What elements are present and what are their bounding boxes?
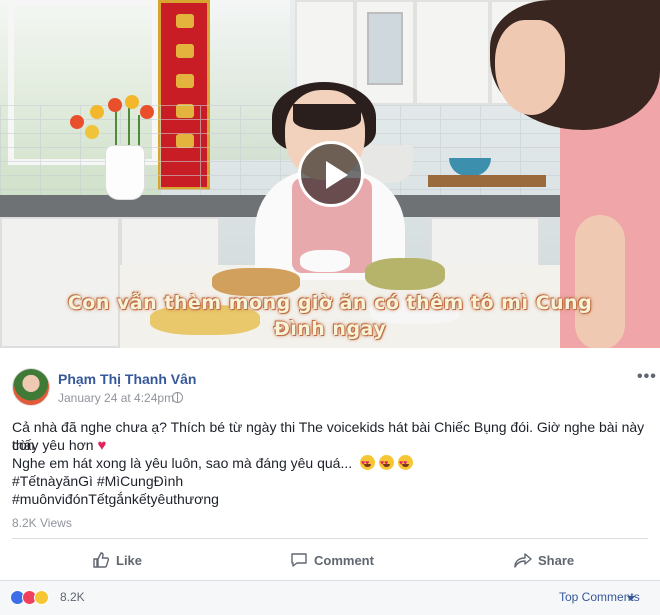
banner-glyph xyxy=(176,74,194,88)
share-arrow-icon xyxy=(514,553,532,568)
tulip xyxy=(90,105,104,119)
banner-glyph xyxy=(176,14,194,28)
girl-bangs xyxy=(293,104,361,130)
share-button[interactable]: Share xyxy=(514,547,574,573)
speech-bubble-icon xyxy=(291,553,307,567)
banh-chung xyxy=(365,258,445,290)
play-icon[interactable] xyxy=(298,141,364,207)
more-options-icon[interactable]: ••• xyxy=(637,368,657,386)
video-subtitle-line1: Con vẫn thèm mong giờ ăn có thêm tô mì C… xyxy=(67,292,593,314)
like-button[interactable]: Like xyxy=(92,547,142,573)
globe-icon xyxy=(172,392,183,403)
view-count: 8.2K Views xyxy=(12,516,72,530)
heart-eyes-emoji-icon xyxy=(360,455,376,473)
post-text-line3: Nghe em hát xong là yêu luôn, sao mà đán… xyxy=(12,454,652,473)
comment-button[interactable]: Comment xyxy=(290,547,374,573)
video-subtitle-line2: Đình ngay xyxy=(273,318,387,340)
post-text-line2: thấy yêu hơn ♥ xyxy=(12,436,652,455)
divider xyxy=(12,538,648,539)
post-text-fragment: Nghe em hát xong là yêu luôn, sao mà đán… xyxy=(12,455,353,471)
tulip xyxy=(140,105,154,119)
post-timestamp[interactable]: January 24 at 4:24pm xyxy=(58,391,174,405)
haha-reaction-icon xyxy=(34,590,49,605)
woman-face xyxy=(495,20,565,115)
chevron-down-icon[interactable] xyxy=(627,596,635,601)
facebook-post-card: Con vẫn thèm mong giờ ăn có thêm tô mì C… xyxy=(0,0,660,615)
heart-eyes-emoji-icon xyxy=(379,455,395,473)
tulip xyxy=(85,125,99,139)
heart-eyes-emoji-icon xyxy=(398,455,414,473)
heart-icon: ♥ xyxy=(97,437,107,454)
hashtags-line1[interactable]: #TếtnàyănGì #MìCungĐình xyxy=(12,472,652,490)
tulip xyxy=(108,98,122,112)
banner-glyph xyxy=(176,44,194,58)
upper-cabinet xyxy=(355,0,415,105)
reaction-count[interactable]: 8.2K xyxy=(60,590,85,604)
post-text-fragment: thấy yêu hơn xyxy=(12,437,94,453)
vase xyxy=(105,145,145,200)
bowl xyxy=(300,250,350,272)
upper-cabinet xyxy=(415,0,490,105)
share-label: Share xyxy=(538,552,575,568)
comment-label: Comment xyxy=(314,552,374,568)
video-player[interactable]: Con vẫn thèm mong giờ ăn có thêm tô mì C… xyxy=(0,0,660,348)
avatar[interactable] xyxy=(12,368,50,406)
thumbs-up-icon xyxy=(93,552,110,568)
author-name[interactable]: Phạm Thị Thanh Vân xyxy=(58,371,196,387)
hashtags-line2[interactable]: #muônviđónTếtgắnkếtyêuthương xyxy=(12,490,652,508)
tulip xyxy=(70,115,84,129)
tulip xyxy=(125,95,139,109)
cutting-board xyxy=(428,175,546,187)
like-label: Like xyxy=(116,552,143,568)
